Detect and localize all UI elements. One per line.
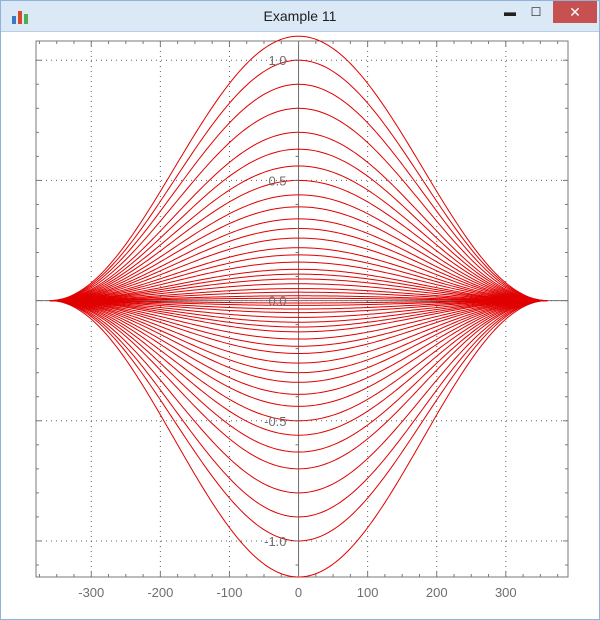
x-tick-label: -100: [216, 585, 242, 600]
x-tick-label: 200: [426, 585, 448, 600]
x-tick-label: 100: [357, 585, 379, 600]
chart-area: -300 -200 -100 0 100 200 300 1.0 0.5 0.0 -0.5 -1.0: [9, 32, 591, 612]
y-tick-label: -0.5: [264, 414, 286, 429]
y-tick-label: 0.0: [268, 294, 286, 309]
y-tick-label: -1.0: [264, 534, 286, 549]
chart-svg: -300 -200 -100 0 100 200 300 1.0 0.5 0.0 -0.5 -1.0: [35, 35, 569, 600]
y-tick-label: 1.0: [268, 53, 286, 68]
title-bar[interactable]: Example 11 ▬ ☐ ✕: [1, 1, 599, 32]
maximize-button[interactable]: ☐: [521, 1, 551, 23]
x-tick-label: 0: [295, 585, 302, 600]
x-tick-label: -300: [78, 585, 104, 600]
app-window: Example 11 ▬ ☐ ✕ -300 -200 -100 0 100 200 300 1…: [0, 0, 600, 620]
close-button[interactable]: ✕: [553, 1, 597, 23]
x-tick-label: 300: [495, 585, 517, 600]
x-tick-label: -200: [147, 585, 173, 600]
y-tick-label: 0.5: [268, 173, 286, 188]
